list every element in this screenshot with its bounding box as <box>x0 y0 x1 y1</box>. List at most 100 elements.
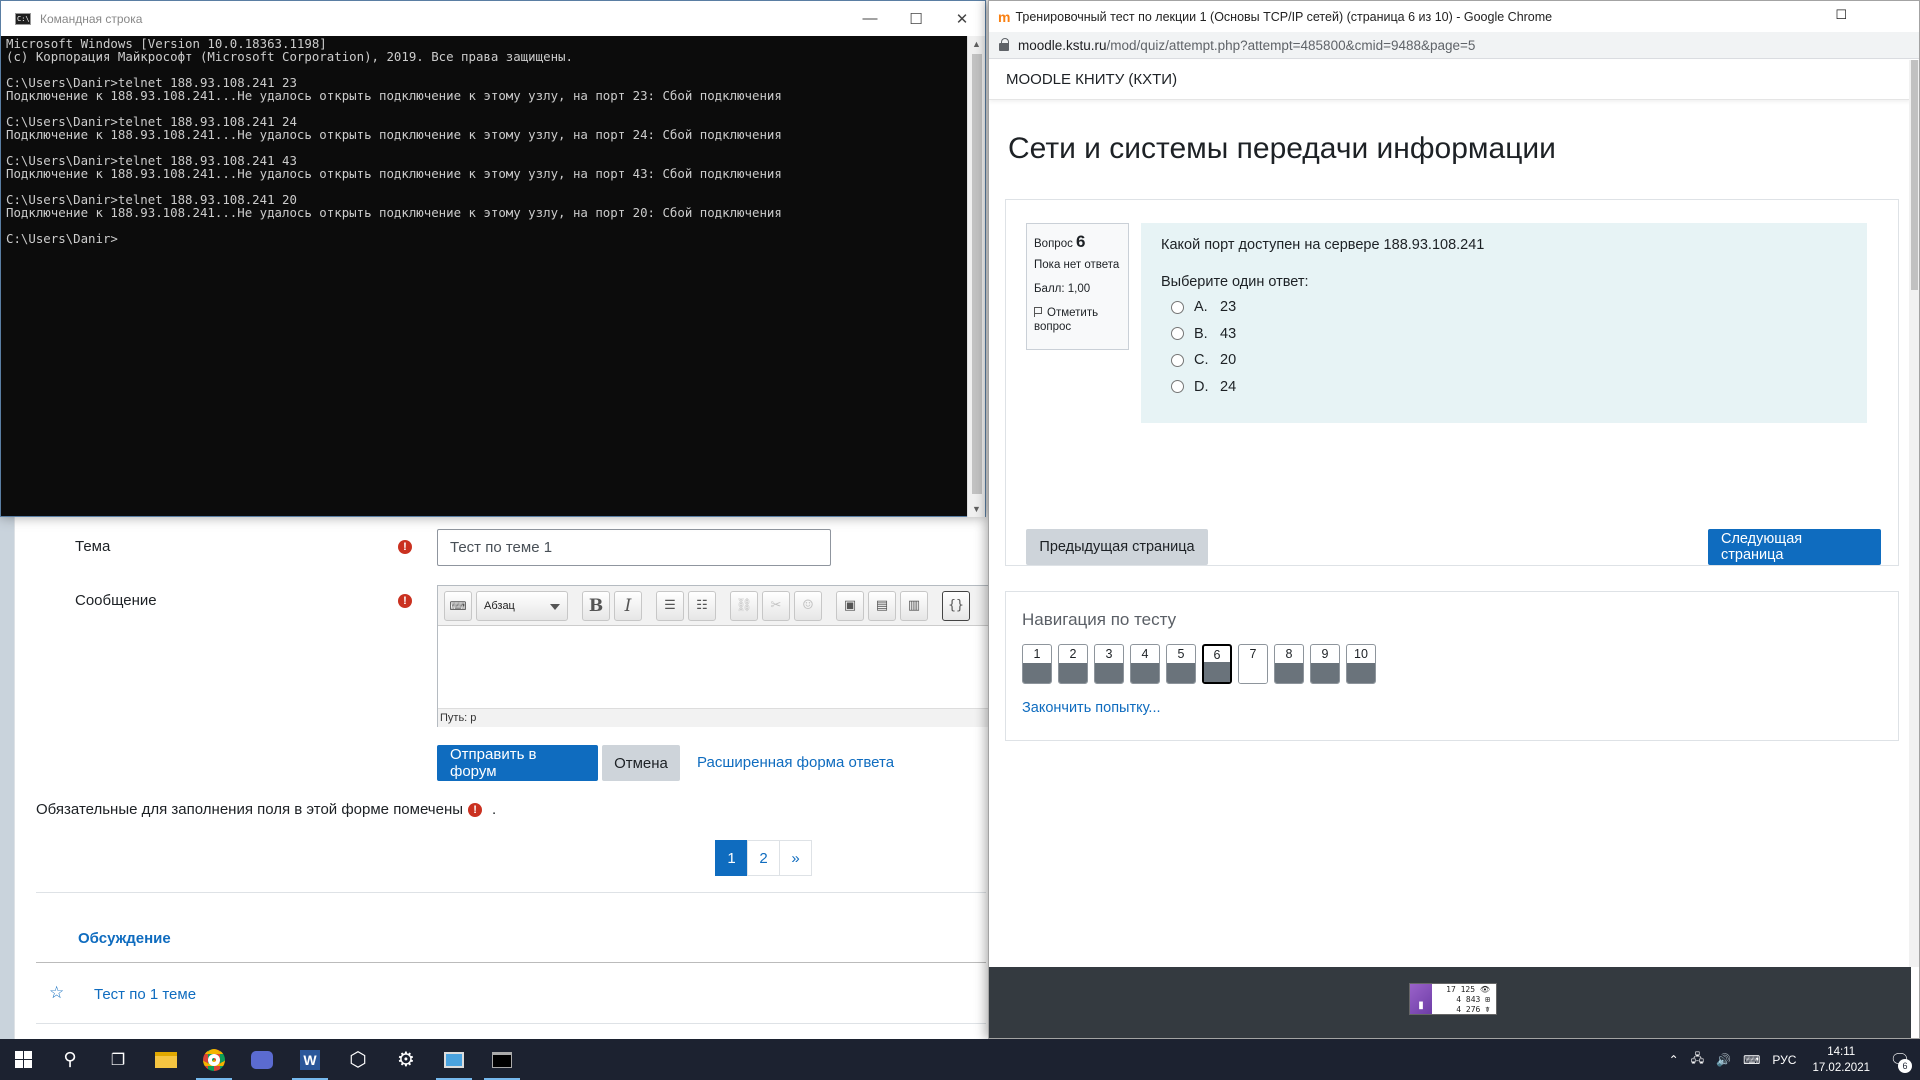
subject-input[interactable]: Тест по теме 1 <box>437 529 831 566</box>
advanced-reply-link[interactable]: Расширенная форма ответа <box>697 754 894 771</box>
next-page-button[interactable]: Следующая страница <box>1708 529 1881 565</box>
quiz-nav-button-9[interactable]: 9 <box>1310 644 1340 684</box>
site-name[interactable]: MOODLE КНИТУ (КХТИ) <box>1006 71 1177 88</box>
scroll-up-icon[interactable]: ▲ <box>972 39 981 49</box>
editor-body[interactable] <box>438 626 1001 708</box>
italic-icon[interactable]: I <box>614 590 642 621</box>
quiz-nav-state <box>1311 663 1339 683</box>
pagination: 1 2 » <box>715 840 812 876</box>
scroll-thumb[interactable] <box>972 54 982 494</box>
keyboard-icon[interactable]: ⌨ <box>1737 1053 1766 1067</box>
word-icon[interactable]: W <box>286 1039 334 1080</box>
language-indicator[interactable]: РУС <box>1766 1053 1802 1067</box>
address-bar[interactable]: moodle.kstu.ru/mod/quiz/attempt.php?atte… <box>989 32 1919 59</box>
answer-option[interactable]: D. 24 <box>1161 374 1847 401</box>
cmd-titlebar[interactable]: C:\ Командная строка — ☐ ✕ <box>1 1 985 36</box>
cmd-line: C:\Users\Danir> <box>6 231 118 246</box>
chrome-titlebar[interactable]: m Тренировочный тест по лекции 1 (Основы… <box>989 1 1919 32</box>
keyboard-icon[interactable]: ⌨ <box>444 590 472 621</box>
search-icon[interactable]: ⚲ <box>46 1039 94 1080</box>
finish-attempt-link[interactable]: Закончить попытку... <box>1022 700 1161 716</box>
quiz-nav-number: 2 <box>1069 647 1077 661</box>
chrome-icon[interactable] <box>190 1039 238 1080</box>
page-link-1[interactable]: 1 <box>715 840 748 876</box>
cmd-icon[interactable] <box>478 1039 526 1080</box>
message-editor[interactable]: ⌨ Абзац B I ☰ ☷ ⛓ ✂ ☺ ▣ ▤ ▥ {} Путь: p <box>437 585 1002 727</box>
cmd-output[interactable]: Microsoft Windows [Version 10.0.18363.11… <box>6 36 968 516</box>
image-icon[interactable]: ▣ <box>836 590 864 621</box>
quiz-nav-button-1[interactable]: 1 <box>1022 644 1052 684</box>
answer-value[interactable]: 23 <box>1220 299 1236 315</box>
quiz-nav-button-10[interactable]: 10 <box>1346 644 1376 684</box>
file-icon[interactable]: ▥ <box>900 590 928 621</box>
virtualbox-icon[interactable]: ⬡ <box>334 1039 382 1080</box>
page-link-2[interactable]: 2 <box>747 840 780 876</box>
ordered-list-icon[interactable]: ☷ <box>688 590 716 621</box>
start-button[interactable] <box>0 1039 46 1080</box>
chevron-up-icon[interactable]: ⌃ <box>1663 1053 1685 1067</box>
visit-counter[interactable]: ▮ 17 125 👁 4 843 ⊞ 4 276 ☤ <box>1409 983 1497 1015</box>
quiz-nav-number: 9 <box>1321 647 1329 661</box>
quiz-nav-button-6[interactable]: 6 <box>1202 644 1232 684</box>
answer-option[interactable]: C. 20 <box>1161 347 1847 374</box>
cmd-window[interactable]: C:\ Командная строка — ☐ ✕ Microsoft Win… <box>0 0 986 517</box>
answer-value[interactable]: 20 <box>1220 352 1236 368</box>
previous-page-button[interactable]: Предыдущая страница <box>1026 529 1208 565</box>
discussion-link[interactable]: Тест по 1 теме <box>94 986 196 1003</box>
settings-icon[interactable]: ⚙ <box>382 1039 430 1080</box>
discussion-column-header[interactable]: Обсуждение <box>78 930 171 947</box>
flag-question-label[interactable]: Отметить вопрос <box>1034 307 1098 333</box>
lock-icon[interactable] <box>999 38 1009 51</box>
volume-icon[interactable]: 🔊 <box>1710 1053 1737 1067</box>
quiz-nav-button-5[interactable]: 5 <box>1166 644 1196 684</box>
maximize-icon[interactable]: ☐ <box>893 1 939 36</box>
answer-letter: C. <box>1194 352 1209 369</box>
star-icon[interactable]: ☆ <box>49 983 64 1003</box>
network-icon[interactable]: 🖧 <box>1685 1049 1710 1070</box>
flag-question[interactable]: Отметить вопрос <box>1034 306 1121 335</box>
close-icon[interactable]: ✕ <box>939 1 985 36</box>
unordered-list-icon[interactable]: ☰ <box>656 590 684 621</box>
chrome-window[interactable]: m Тренировочный тест по лекции 1 (Основы… <box>988 0 1920 1039</box>
quiz-nav-button-4[interactable]: 4 <box>1130 644 1160 684</box>
unlink-icon[interactable]: ✂ <box>762 590 790 621</box>
media-icon[interactable]: ▤ <box>868 590 896 621</box>
radio-button[interactable] <box>1171 327 1184 341</box>
quiz-nav-button-8[interactable]: 8 <box>1274 644 1304 684</box>
cancel-button[interactable]: Отмена <box>602 745 680 781</box>
paragraph-format-select[interactable]: Абзац <box>476 590 568 621</box>
answer-value[interactable]: 43 <box>1220 326 1236 342</box>
minimize-icon[interactable]: — <box>847 1 893 36</box>
quiz-nav-button-3[interactable]: 3 <box>1094 644 1124 684</box>
emoticon-icon[interactable]: ☺ <box>794 590 822 621</box>
moodle-icon: m <box>998 8 1011 25</box>
notification-center[interactable]: 🗨 6 <box>1880 1039 1920 1080</box>
quiz-nav-button-7[interactable]: 7 <box>1238 644 1268 684</box>
radio-button[interactable] <box>1171 353 1184 367</box>
answer-value[interactable]: 24 <box>1220 379 1236 395</box>
task-view-icon[interactable]: ❐ <box>94 1039 142 1080</box>
chrome-scrollbar[interactable] <box>1909 60 1919 967</box>
answer-option[interactable]: A. 23 <box>1161 294 1847 321</box>
link-icon[interactable]: ⛓ <box>730 590 758 621</box>
cmd-scrollbar[interactable]: ▲ ▼ <box>967 36 985 517</box>
answer-option[interactable]: B. 43 <box>1161 321 1847 348</box>
cmd-line: C:\Users\Danir>telnet 188.93.108.241 43 <box>6 153 297 168</box>
bold-icon[interactable]: B <box>582 590 610 621</box>
file-explorer-icon[interactable] <box>142 1039 190 1080</box>
radio-button[interactable] <box>1171 380 1184 394</box>
submit-forum-button[interactable]: Отправить в форум <box>437 745 598 781</box>
radio-button[interactable] <box>1171 300 1184 314</box>
clock[interactable]: 14:11 17.02.2021 <box>1802 1044 1880 1076</box>
quiz-nav-button-2[interactable]: 2 <box>1058 644 1088 684</box>
network-app-icon[interactable] <box>430 1039 478 1080</box>
html-icon[interactable]: {} <box>942 590 970 621</box>
flag-icon[interactable] <box>1034 306 1043 317</box>
maximize-icon[interactable]: ☐ <box>1835 7 1847 23</box>
page-link-next[interactable]: » <box>779 840 812 876</box>
scroll-down-icon[interactable]: ▼ <box>972 504 981 514</box>
game-icon[interactable] <box>238 1039 286 1080</box>
url-path: /mod/quiz/attempt.php?attempt=485800&cmi… <box>1106 37 1476 53</box>
cmd-line: C:\Users\Danir>telnet 188.93.108.241 23 <box>6 75 297 90</box>
scroll-thumb[interactable] <box>1911 60 1918 290</box>
